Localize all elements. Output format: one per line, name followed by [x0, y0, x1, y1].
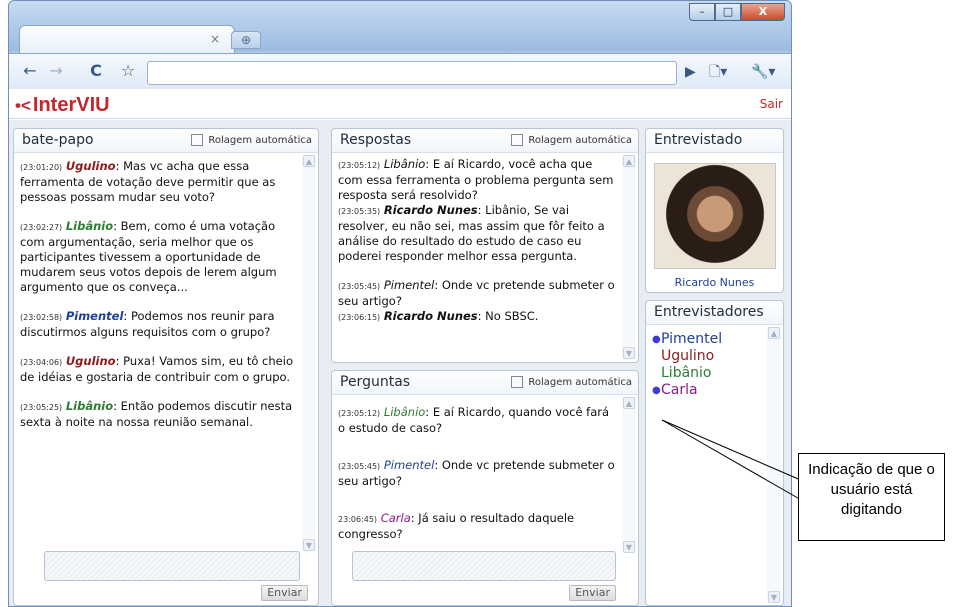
typing-indicator-callout: Indicação de que o usuário está digitand…	[798, 453, 945, 541]
